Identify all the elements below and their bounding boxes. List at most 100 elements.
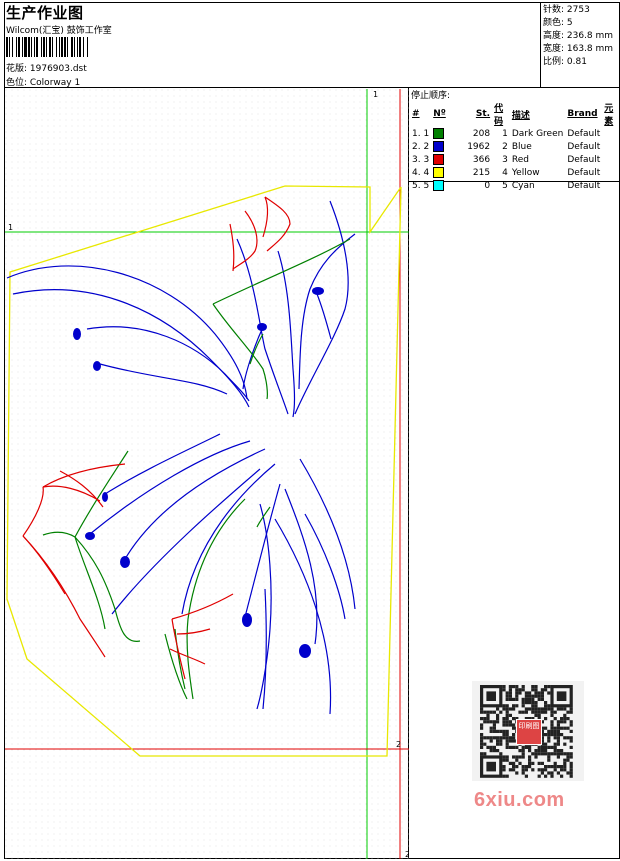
qr-module [508,745,512,749]
qr-module [569,752,573,756]
qr-module [528,691,532,695]
qr-module [569,771,573,775]
qr-module [528,694,532,698]
qr-module [560,752,564,756]
qr-module [496,742,500,746]
qr-module [556,755,560,759]
qr-module [556,733,560,737]
qr-module [534,710,538,714]
qr-module [512,768,516,772]
qr-module [531,761,535,765]
col-desc: 描述 [511,110,530,121]
qr-module [518,761,522,765]
qr-module [544,765,548,769]
qr-module [480,717,484,721]
qr-module [496,707,500,711]
qr-module [553,736,557,740]
qr-module [515,697,519,701]
qr-module [550,723,554,727]
qr-module [480,736,484,740]
qr-module [556,749,560,753]
color-sequence-table: # Nº St. 代码 描述 Brand 元素 1. 1 208 1 Dark Gre… [410,101,620,192]
row-brand: Default [567,180,601,191]
qr-module [550,713,554,717]
qr-module [537,713,541,717]
page-title: 生产作业图 [6,4,84,22]
qr-code: 印刷图 [472,681,584,781]
qr-module [528,761,532,765]
qr-module [524,694,528,698]
qr-module [528,749,532,753]
qr-module [547,752,551,756]
qr-module [521,697,525,701]
qr-module [547,745,551,749]
qr-module [502,774,506,778]
qr-module [566,717,570,721]
qr-module [502,707,506,711]
qr-module [540,688,544,692]
qr-module [518,749,522,753]
qr-module [566,771,570,775]
qr-module [560,765,564,769]
row-element [602,166,620,179]
qr-module [569,774,573,778]
color-row: 4. 4 215 4 Yellow Default [410,166,620,179]
qr-module [569,720,573,724]
qr-module [515,765,519,769]
qr-module [569,729,573,733]
qr-module [550,729,554,733]
qr-module [521,749,525,753]
col-brand: Brand [567,109,598,119]
qr-module [496,736,500,740]
qr-module [534,713,538,717]
row-swatch [431,140,465,153]
qr-module [534,685,538,689]
row-stitches: 215 [472,167,491,178]
qr-module [512,717,516,721]
qr-module [512,685,516,689]
color-row: 1. 1 208 1 Dark Green Default [410,127,620,140]
qr-module [528,701,532,705]
qr-module [508,739,512,743]
qr-module [540,749,544,753]
qr-module [537,768,541,772]
qr-module [508,723,512,727]
qr-module [560,768,564,772]
qr-module [544,707,548,711]
qr-module [502,729,506,733]
row-desc: Red [511,154,529,165]
qr-badge: 印刷图 [516,719,542,745]
row-desc: Dark Green [511,128,564,139]
qr-module [569,739,573,743]
qr-module [528,745,532,749]
qr-module [556,739,560,743]
qr-module [563,713,567,717]
qr-module [521,768,525,772]
qr-module [534,688,538,692]
row-code: 4 [502,167,508,178]
qr-module [540,710,544,714]
qr-module [563,761,567,765]
qr-module [544,768,548,772]
qr-module [524,697,528,701]
qr-module [528,697,532,701]
qr-module [505,742,509,746]
watermark-text: 6xiu.com [474,789,565,811]
qr-module [508,697,512,701]
row-desc: Yellow [511,167,540,178]
qr-module [534,755,538,759]
row-swatch [431,179,465,192]
qr-module [521,745,525,749]
qr-module [521,710,525,714]
qr-module [569,707,573,711]
qr-module [547,771,551,775]
qr-module [521,755,525,759]
color-row: 3. 3 366 3 Red Default [410,153,620,166]
qr-module [528,765,532,769]
qr-module [505,704,509,708]
qr-module [515,691,519,695]
qr-module [499,710,503,714]
row-index: 4. 4 [412,167,430,178]
qr-module [560,707,564,711]
qr-module [499,742,503,746]
